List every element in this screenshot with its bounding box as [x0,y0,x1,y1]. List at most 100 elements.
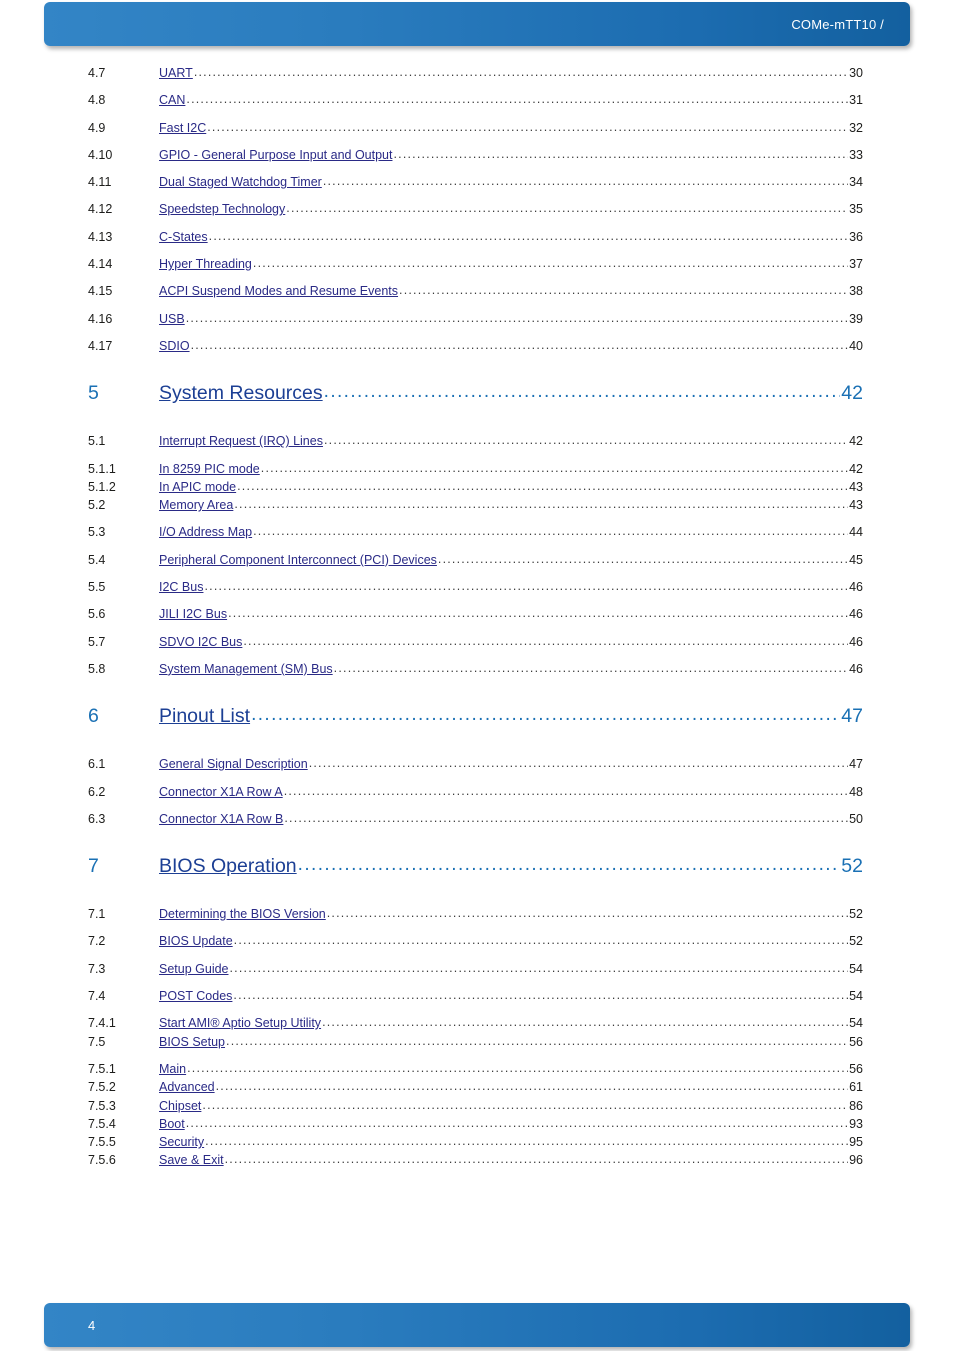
toc-entry-number: 6.3 [88,811,106,826]
toc-entry-link[interactable]: Setup Guide [159,962,229,976]
toc-dot-leader [216,1079,848,1093]
toc-entry-link[interactable]: Determining the BIOS Version [159,907,326,921]
toc-entry-number: 5.8 [88,661,106,676]
toc-entry[interactable]: 4.10 GPIO - General Purpose Input and Out… [0,148,954,175]
toc-entry-link[interactable]: System Management (SM) Bus [159,662,333,676]
toc-entry[interactable]: 7 BIOS Operation 52 [0,855,954,901]
toc-entry-link[interactable]: Interrupt Request (IRQ) Lines [159,434,323,448]
toc-entry-page-number: 86 [849,1098,863,1113]
toc-entry[interactable]: 5 System Resources 42 [0,382,954,428]
toc-entry[interactable]: 5.7 SDVO I2C Bus 46 [0,635,954,662]
toc-entry-link[interactable]: SDIO [159,339,190,353]
toc-entry-link[interactable]: UART [159,66,193,80]
toc-entry-link[interactable]: POST Codes [159,989,232,1003]
toc-entry[interactable]: 7.4 POST Codes 54 [0,989,954,1016]
toc-entry[interactable]: 5.4 Peripheral Component Interconnect (PC… [0,553,954,580]
toc-entry-link[interactable]: I/O Address Map [159,525,252,539]
toc-entry[interactable]: 5.1.2 In APIC mode 43 [0,480,954,498]
toc-entry[interactable]: 5.6 JILI I2C Bus 46 [0,607,954,634]
toc-entry[interactable]: 4.17 SDIO 40 [0,339,954,366]
toc-entry-number: 5.2 [88,498,106,513]
toc-entry-link[interactable]: Dual Staged Watchdog Timer [159,175,322,189]
toc-entry[interactable]: 7.2 BIOS Update 52 [0,934,954,961]
toc-entry-page-number: 35 [849,202,863,217]
toc-entry[interactable]: 5.2 Memory Area 43 [0,498,954,525]
toc-entry[interactable]: 5.1 Interrupt Request (IRQ) Lines 42 [0,434,954,461]
toc-entry-link[interactable]: C-States [159,230,208,244]
toc-dot-leader [204,579,848,593]
toc-entry[interactable]: 7.5.3 Chipset 86 [0,1099,954,1117]
toc-entry-link[interactable]: Peripheral Component Interconnect (PCI) … [159,553,437,567]
toc-entry[interactable]: 6 Pinout List 47 [0,705,954,751]
toc-entry-link[interactable]: In 8259 PIC mode [159,462,260,476]
toc-entry[interactable]: 6.2 Connector X1A Row A 48 [0,785,954,812]
toc-entry-link[interactable]: Start AMI® Aptio Setup Utility [159,1016,321,1030]
toc-entry-link[interactable]: BIOS Operation [159,855,297,878]
toc-entry[interactable]: 7.4.1 Start AMI® Aptio Setup Utility 54 [0,1016,954,1034]
toc-entry-page-number: 32 [849,120,863,135]
toc-entry-link[interactable]: SDVO I2C Bus [159,635,242,649]
toc-entry-number: 4.11 [88,175,112,190]
toc-entry-number: 7.5.1 [88,1061,116,1076]
toc-entry[interactable]: 4.9 Fast I2C 32 [0,121,954,148]
toc-entry[interactable]: 5.8 System Management (SM) Bus 46 [0,662,954,689]
toc-entry-link[interactable]: JILI I2C Bus [159,607,227,621]
toc-entry[interactable]: 4.16 USB 39 [0,312,954,339]
toc-entry-number: 4.8 [88,93,106,108]
toc-entry-link[interactable]: Memory Area [159,498,233,512]
toc-entry-link[interactable]: General Signal Description [159,757,308,771]
toc-entry[interactable]: 7.3 Setup Guide 54 [0,962,954,989]
toc-entry[interactable]: 5.5 I2C Bus 46 [0,580,954,607]
toc-entry-link[interactable]: I2C Bus [159,580,203,594]
toc-dot-leader [438,552,848,566]
toc-entry[interactable]: 7.5.2 Advanced 61 [0,1080,954,1098]
toc-entry-link[interactable]: Save & Exit [159,1153,224,1167]
toc-entry[interactable]: 7.1 Determining the BIOS Version 52 [0,907,954,934]
toc-entry-link[interactable]: Connector X1A Row A [159,785,283,799]
toc-entry-link[interactable]: CAN [159,93,185,107]
toc-entry[interactable]: 4.11 Dual Staged Watchdog Timer 34 [0,175,954,202]
toc-entry-link[interactable]: Fast I2C [159,121,206,135]
toc-entry[interactable]: 6.3 Connector X1A Row B 50 [0,812,954,839]
toc-entry[interactable]: 6.1 General Signal Description 47 [0,757,954,784]
toc-dot-leader [187,1061,848,1075]
toc-entry-link[interactable]: Connector X1A Row B [159,812,283,826]
toc-entry-link[interactable]: Hyper Threading [159,257,252,271]
toc-entry-link[interactable]: Speedstep Technology [159,202,285,216]
toc-entry-link[interactable]: Security [159,1135,204,1149]
toc-entry-number: 7.5.3 [88,1098,116,1113]
toc-entry-link[interactable]: BIOS Setup [159,1035,225,1049]
toc-entry-link[interactable]: ACPI Suspend Modes and Resume Events [159,284,398,298]
toc-dot-leader [324,381,841,403]
toc-entry-page-number: 36 [849,229,863,244]
toc-entry-link[interactable]: System Resources [159,382,323,405]
toc-entry-link[interactable]: Main [159,1062,186,1076]
toc-entry[interactable]: 5.3 I/O Address Map 44 [0,525,954,552]
toc-entry-link[interactable]: In APIC mode [159,480,236,494]
toc-entry-link[interactable]: GPIO - General Purpose Input and Output [159,148,392,162]
toc-entry[interactable]: 7.5.5 Security 95 [0,1135,954,1153]
toc-entry[interactable]: 4.15 ACPI Suspend Modes and Resume Events… [0,284,954,311]
toc-entry[interactable]: 7.5.1 Main 56 [0,1062,954,1080]
toc-entry[interactable]: 4.7 UART 30 [0,66,954,93]
toc-entry-link[interactable]: Pinout List [159,705,250,728]
toc-entry[interactable]: 4.8 CAN 31 [0,93,954,120]
toc-entry[interactable]: 4.12 Speedstep Technology 35 [0,202,954,229]
toc-entry-number: 7.4 [88,989,106,1004]
toc-entry-link[interactable]: Boot [159,1117,185,1131]
toc-entry-link[interactable]: BIOS Update [159,934,233,948]
toc-entry[interactable]: 7.5.4 Boot 93 [0,1117,954,1135]
toc-entry[interactable]: 7.5.6 Save & Exit 96 [0,1153,954,1171]
toc-dot-leader [253,524,848,538]
toc-dot-leader [284,811,848,825]
toc-entry-link[interactable]: Advanced [159,1080,215,1094]
toc-entry-link[interactable]: USB [159,312,185,326]
toc-dot-leader [202,1098,848,1112]
toc-entry[interactable]: 4.13 C-States 36 [0,230,954,257]
toc-entry[interactable]: 4.14 Hyper Threading 37 [0,257,954,284]
toc-entry-page-number: 54 [849,989,863,1004]
toc-entry[interactable]: 5.1.1 In 8259 PIC mode 42 [0,462,954,480]
toc-entry-page-number: 39 [849,311,863,326]
toc-entry[interactable]: 7.5 BIOS Setup 56 [0,1035,954,1062]
toc-entry-link[interactable]: Chipset [159,1099,201,1113]
